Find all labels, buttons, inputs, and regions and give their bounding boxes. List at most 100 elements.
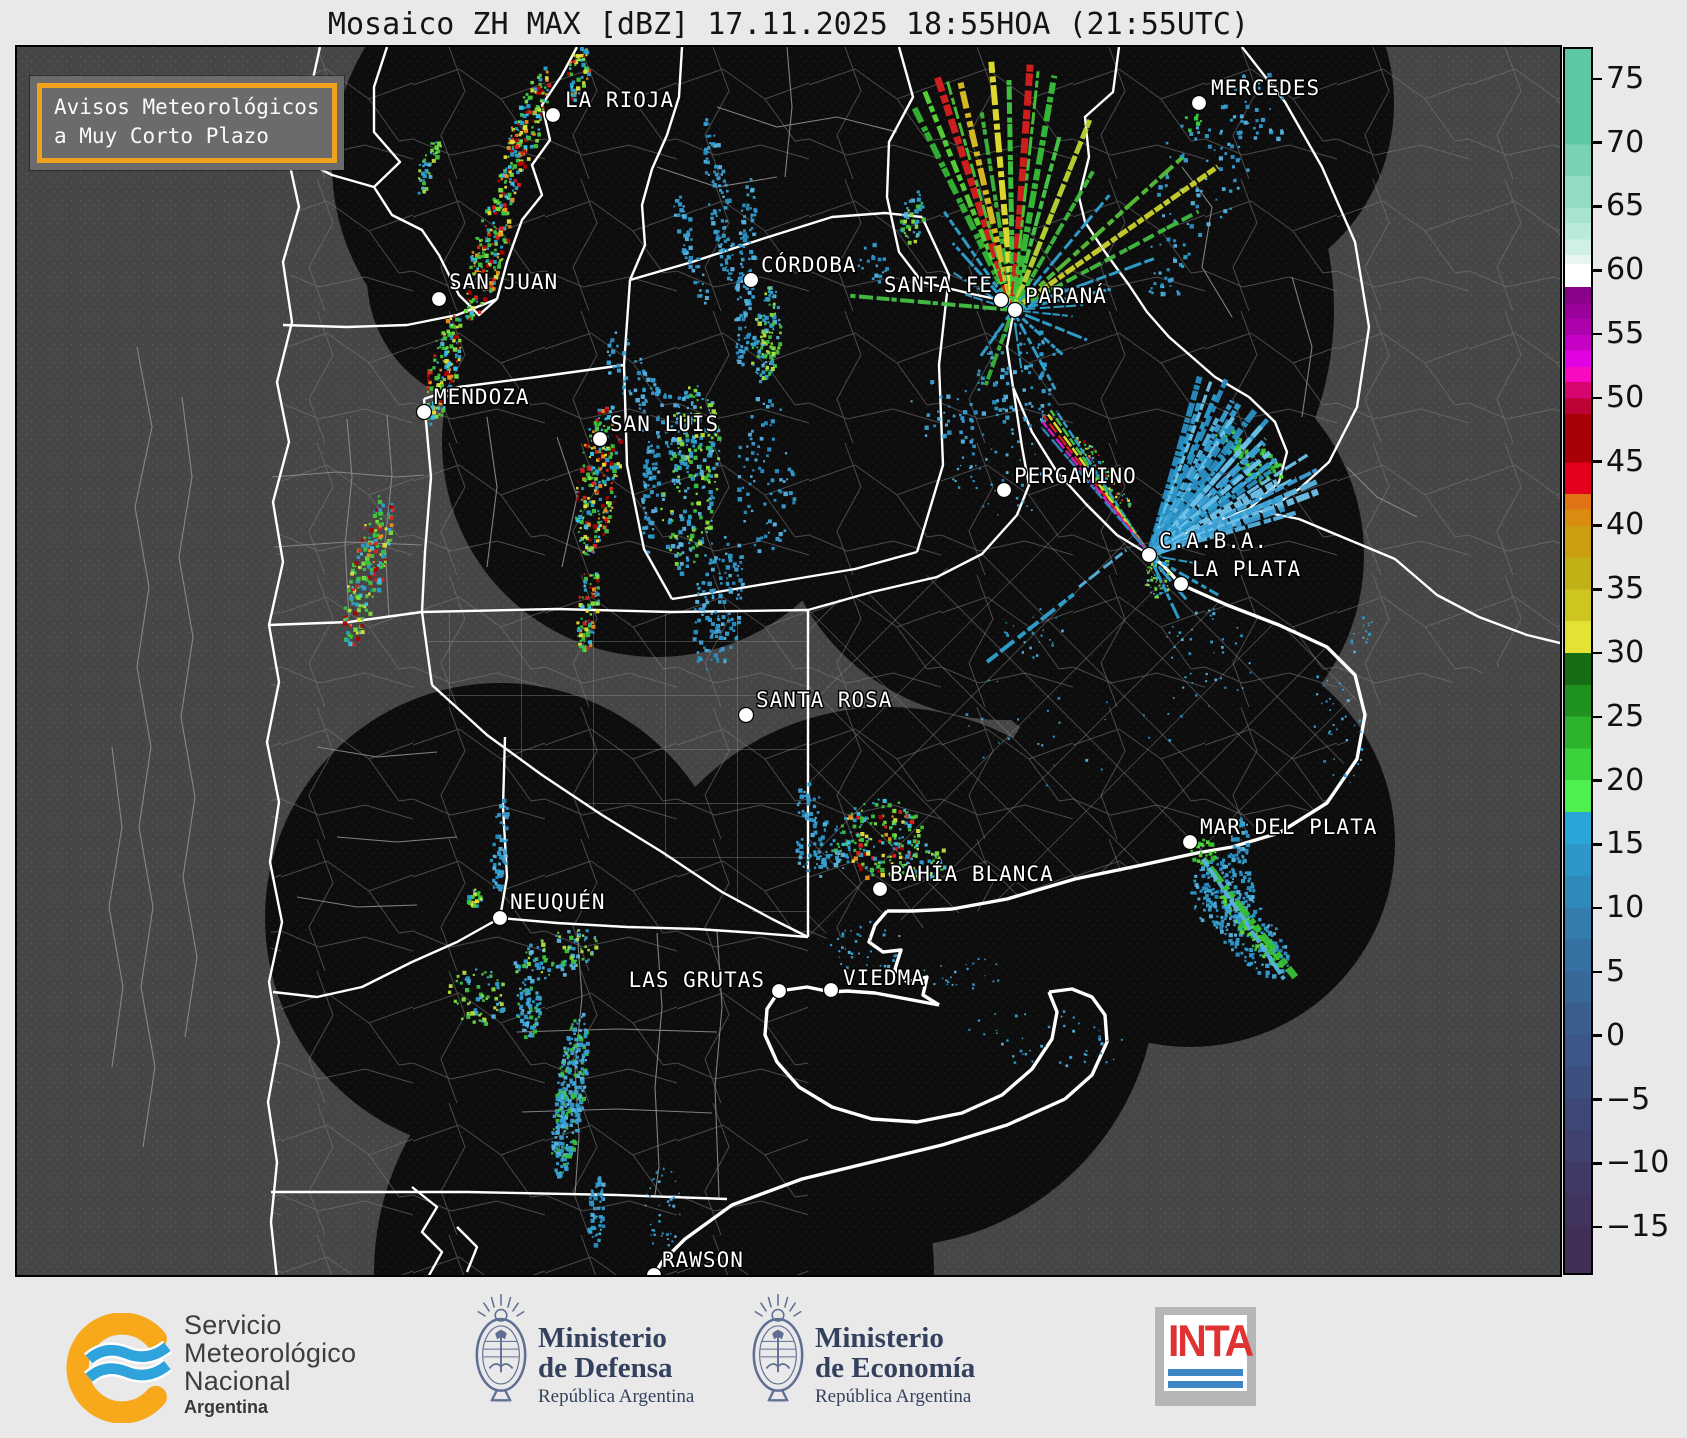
smn-text-country: Argentina — [184, 1397, 269, 1417]
city-label: SANTA ROSA — [756, 688, 892, 712]
colorbar-tick-label: 60 — [1606, 252, 1645, 288]
colorbar-tick-label: 10 — [1606, 890, 1645, 926]
colorbar-tick-mark — [1593, 651, 1602, 655]
city-dot — [544, 106, 562, 124]
colorbar-tick-mark — [1593, 906, 1602, 910]
colorbar-tick-label: −15 — [1606, 1209, 1670, 1245]
smn-wave-1 — [85, 1342, 171, 1364]
warning-line-1: Avisos Meteorológicos — [54, 95, 320, 119]
colorbar-tick-label: −10 — [1606, 1145, 1670, 1181]
colorbar-tick-mark — [1593, 970, 1602, 974]
colorbar-tick-label: 55 — [1606, 316, 1645, 352]
colorbar-tick-mark — [1593, 1225, 1602, 1229]
city-label: CÓRDOBA — [761, 252, 857, 277]
city-dot — [992, 291, 1010, 309]
inta-bar-1 — [1168, 1369, 1243, 1376]
city-label: NEUQUÉN — [510, 889, 606, 914]
city-dot — [737, 706, 755, 724]
smn-text-line2: Meteorológico — [184, 1338, 357, 1368]
economia-subtitle: de Economía — [815, 1352, 976, 1384]
city-dot — [591, 430, 609, 448]
argentina-coat-of-arms-svg — [475, 1294, 527, 1402]
city-dot — [430, 290, 448, 308]
warning-line-2: a Muy Corto Plazo — [54, 124, 269, 148]
colorbar-tick-label: 65 — [1606, 188, 1645, 224]
city-label: C.A.B.A. — [1159, 529, 1268, 553]
smn-logo-text: Servicio Meteorológico Nacional Argentin… — [184, 1311, 356, 1418]
footer: Servicio Meteorológico Nacional Argentin… — [0, 1283, 1687, 1438]
colorbar-tick-label: 75 — [1606, 60, 1645, 96]
city-label: SAN JUAN — [449, 270, 558, 294]
colorbar-tick-mark — [1593, 1034, 1602, 1038]
colorbar-tick-label: −5 — [1606, 1081, 1651, 1117]
warning-box: Avisos Meteorológicos a Muy Corto Plazo — [30, 76, 344, 170]
smn-logo-icon — [66, 1313, 173, 1423]
colorbar-tick-label: 35 — [1606, 571, 1645, 607]
city-dot — [645, 1266, 663, 1275]
city-label: BAHÍA BLANCA — [890, 861, 1054, 886]
colorbar-tick-label: 70 — [1606, 124, 1645, 160]
colorbar-tick-mark — [1593, 141, 1602, 144]
colorbar — [1563, 47, 1593, 1275]
colorbar-tick-label: 0 — [1606, 1017, 1626, 1053]
colorbar-tick-label: 30 — [1606, 635, 1645, 671]
city-label: PARANÁ — [1025, 283, 1107, 308]
city-dot — [995, 481, 1013, 499]
radar-map: LA RIOJA MERCEDES SAN JUAN CÓRDOBA MENDOZA SA… — [15, 45, 1562, 1277]
city-dot — [1190, 94, 1208, 112]
colorbar-tick-label: 20 — [1606, 762, 1645, 798]
city-label: MAR DEL PLATA — [1200, 815, 1377, 839]
colorbar-tick-mark — [1593, 587, 1602, 591]
city-label: LAS GRUTAS — [629, 968, 765, 992]
economia-title: Ministerio — [815, 1322, 944, 1354]
city-dot — [822, 981, 840, 999]
city-dot — [1181, 833, 1199, 851]
radar-map-svg: LA RIOJA MERCEDES SAN JUAN CÓRDOBA MENDOZA SA… — [17, 47, 1560, 1275]
argentina-coat-of-arms-icon — [472, 1291, 530, 1417]
argentina-coat-of-arms-icon — [749, 1291, 807, 1417]
colorbar-tick-mark — [1593, 77, 1602, 81]
colorbar-tick-mark — [1593, 1098, 1602, 1101]
inta-logo-text: INTA — [1168, 1317, 1254, 1367]
argentina-coat-of-arms-svg — [752, 1294, 804, 1402]
city-label: RAWSON — [662, 1248, 744, 1272]
colorbar-tick-label: 50 — [1606, 379, 1645, 415]
city-label: SANTA FE — [884, 273, 993, 297]
defensa-caption: República Argentina — [538, 1386, 695, 1407]
colorbar-tick-mark — [1593, 779, 1602, 782]
colorbar-tick-mark — [1593, 524, 1602, 527]
inta-logo: INTA — [1155, 1307, 1256, 1406]
inta-logo-inner: INTA — [1164, 1315, 1254, 1391]
city-label: VIEDMA — [843, 966, 925, 990]
colorbar-tick-mark — [1593, 843, 1602, 846]
smn-text-line1: Servicio — [184, 1310, 282, 1340]
smn-text-line3: Nacional — [184, 1366, 291, 1396]
colorbar-tick-label: 5 — [1606, 953, 1626, 989]
colorbar-tick-mark — [1593, 332, 1602, 336]
smn-wave-2 — [85, 1360, 171, 1382]
city-dot — [491, 909, 509, 927]
colorbar-tick-mark — [1593, 460, 1602, 463]
warning-box-frame: Avisos Meteorológicos a Muy Corto Plazo — [37, 83, 337, 163]
city-dot — [742, 271, 760, 289]
city-label: LA RIOJA — [565, 88, 674, 112]
city-label: MERCEDES — [1211, 76, 1320, 100]
radar-product-page: { "title": "Mosaico ZH MAX [dBZ] 17.11.2… — [0, 0, 1687, 1438]
colorbar-tick-mark — [1593, 205, 1602, 208]
colorbar-tick-label: 15 — [1606, 826, 1645, 862]
colorbar-tick-label: 40 — [1606, 507, 1645, 543]
city-label: SAN LUIS — [610, 412, 719, 436]
economia-caption: República Argentina — [815, 1386, 972, 1407]
colorbar-tick-mark — [1593, 396, 1602, 400]
defensa-subtitle: de Defensa — [538, 1352, 673, 1384]
city-label: LA PLATA — [1192, 557, 1301, 581]
colorbar-tick-label: 45 — [1606, 443, 1645, 479]
defensa-title: Ministerio — [538, 1322, 667, 1354]
city-dot — [770, 982, 788, 1000]
city-dot — [1140, 546, 1158, 564]
colorbar-tick-mark — [1593, 268, 1602, 272]
city-dot — [415, 403, 433, 421]
city-dot — [1006, 301, 1024, 319]
colorbar-tick-label: 25 — [1606, 698, 1645, 734]
city-label: PERGAMINO — [1014, 464, 1137, 488]
